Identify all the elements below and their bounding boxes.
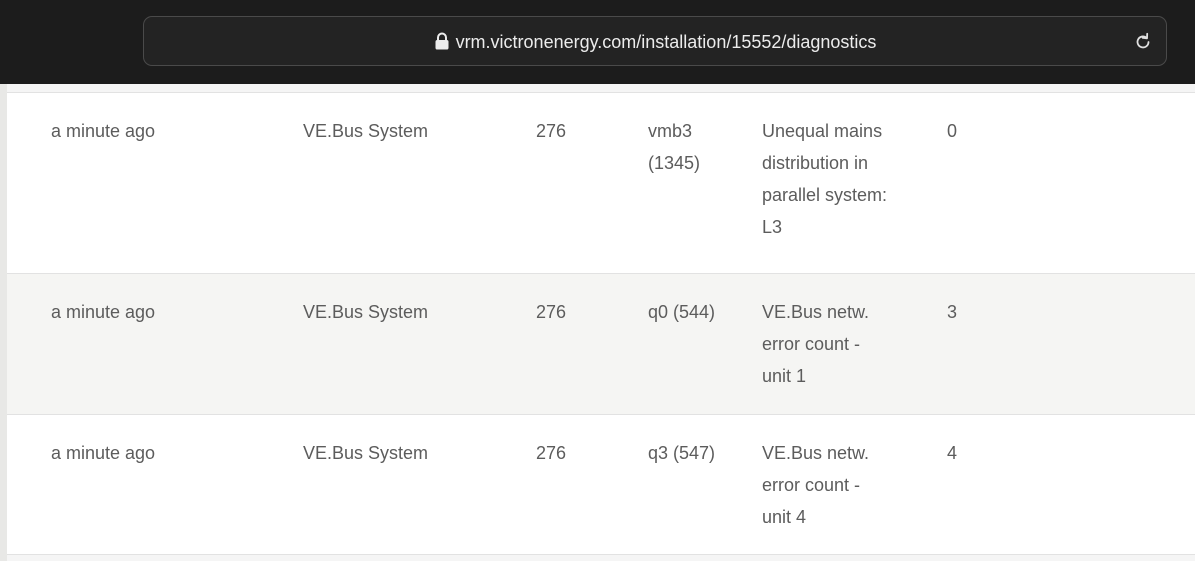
- table-row: a minute ago VE.Bus System 276 q3 (547) …: [7, 415, 1195, 555]
- diagnostics-table: a minute ago VE.Bus System 276 vmb3 (134…: [7, 92, 1195, 555]
- value-cell: 4: [947, 443, 958, 463]
- code-cell: vmb3 (1345): [648, 121, 701, 173]
- time-cell: a minute ago: [51, 443, 156, 463]
- code-cell: q3 (547): [648, 443, 716, 463]
- time-cell: a minute ago: [51, 121, 156, 141]
- device-cell: VE.Bus System: [303, 121, 429, 141]
- description-cell: VE.Bus netw. error count - unit 4: [762, 443, 870, 527]
- instance-cell: 276: [536, 302, 567, 322]
- lock-icon: [435, 32, 449, 50]
- description-cell: VE.Bus netw. error count - unit 1: [762, 302, 870, 386]
- code-cell: q0 (544): [648, 302, 716, 322]
- device-cell: VE.Bus System: [303, 302, 429, 322]
- time-cell: a minute ago: [51, 302, 156, 322]
- value-cell: 3: [947, 302, 958, 322]
- instance-cell: 276: [536, 443, 567, 463]
- table-row: a minute ago VE.Bus System 276 q0 (544) …: [7, 274, 1195, 415]
- description-cell: Unequal mains distribution in parallel s…: [762, 121, 888, 237]
- url-display[interactable]: vrm.victronenergy.com/installation/15552…: [144, 31, 1166, 53]
- address-bar[interactable]: vrm.victronenergy.com/installation/15552…: [143, 16, 1167, 66]
- diagnostics-page: a minute ago VE.Bus System 276 vmb3 (134…: [0, 84, 1195, 561]
- value-cell: 0: [947, 121, 958, 141]
- url-text: vrm.victronenergy.com/installation/15552…: [455, 32, 877, 52]
- table-row: a minute ago VE.Bus System 276 vmb3 (134…: [7, 93, 1195, 274]
- device-cell: VE.Bus System: [303, 443, 429, 463]
- browser-toolbar: vrm.victronenergy.com/installation/15552…: [0, 0, 1195, 84]
- page-left-edge: [0, 84, 7, 561]
- instance-cell: 276: [536, 121, 567, 141]
- reload-icon[interactable]: [1132, 31, 1154, 53]
